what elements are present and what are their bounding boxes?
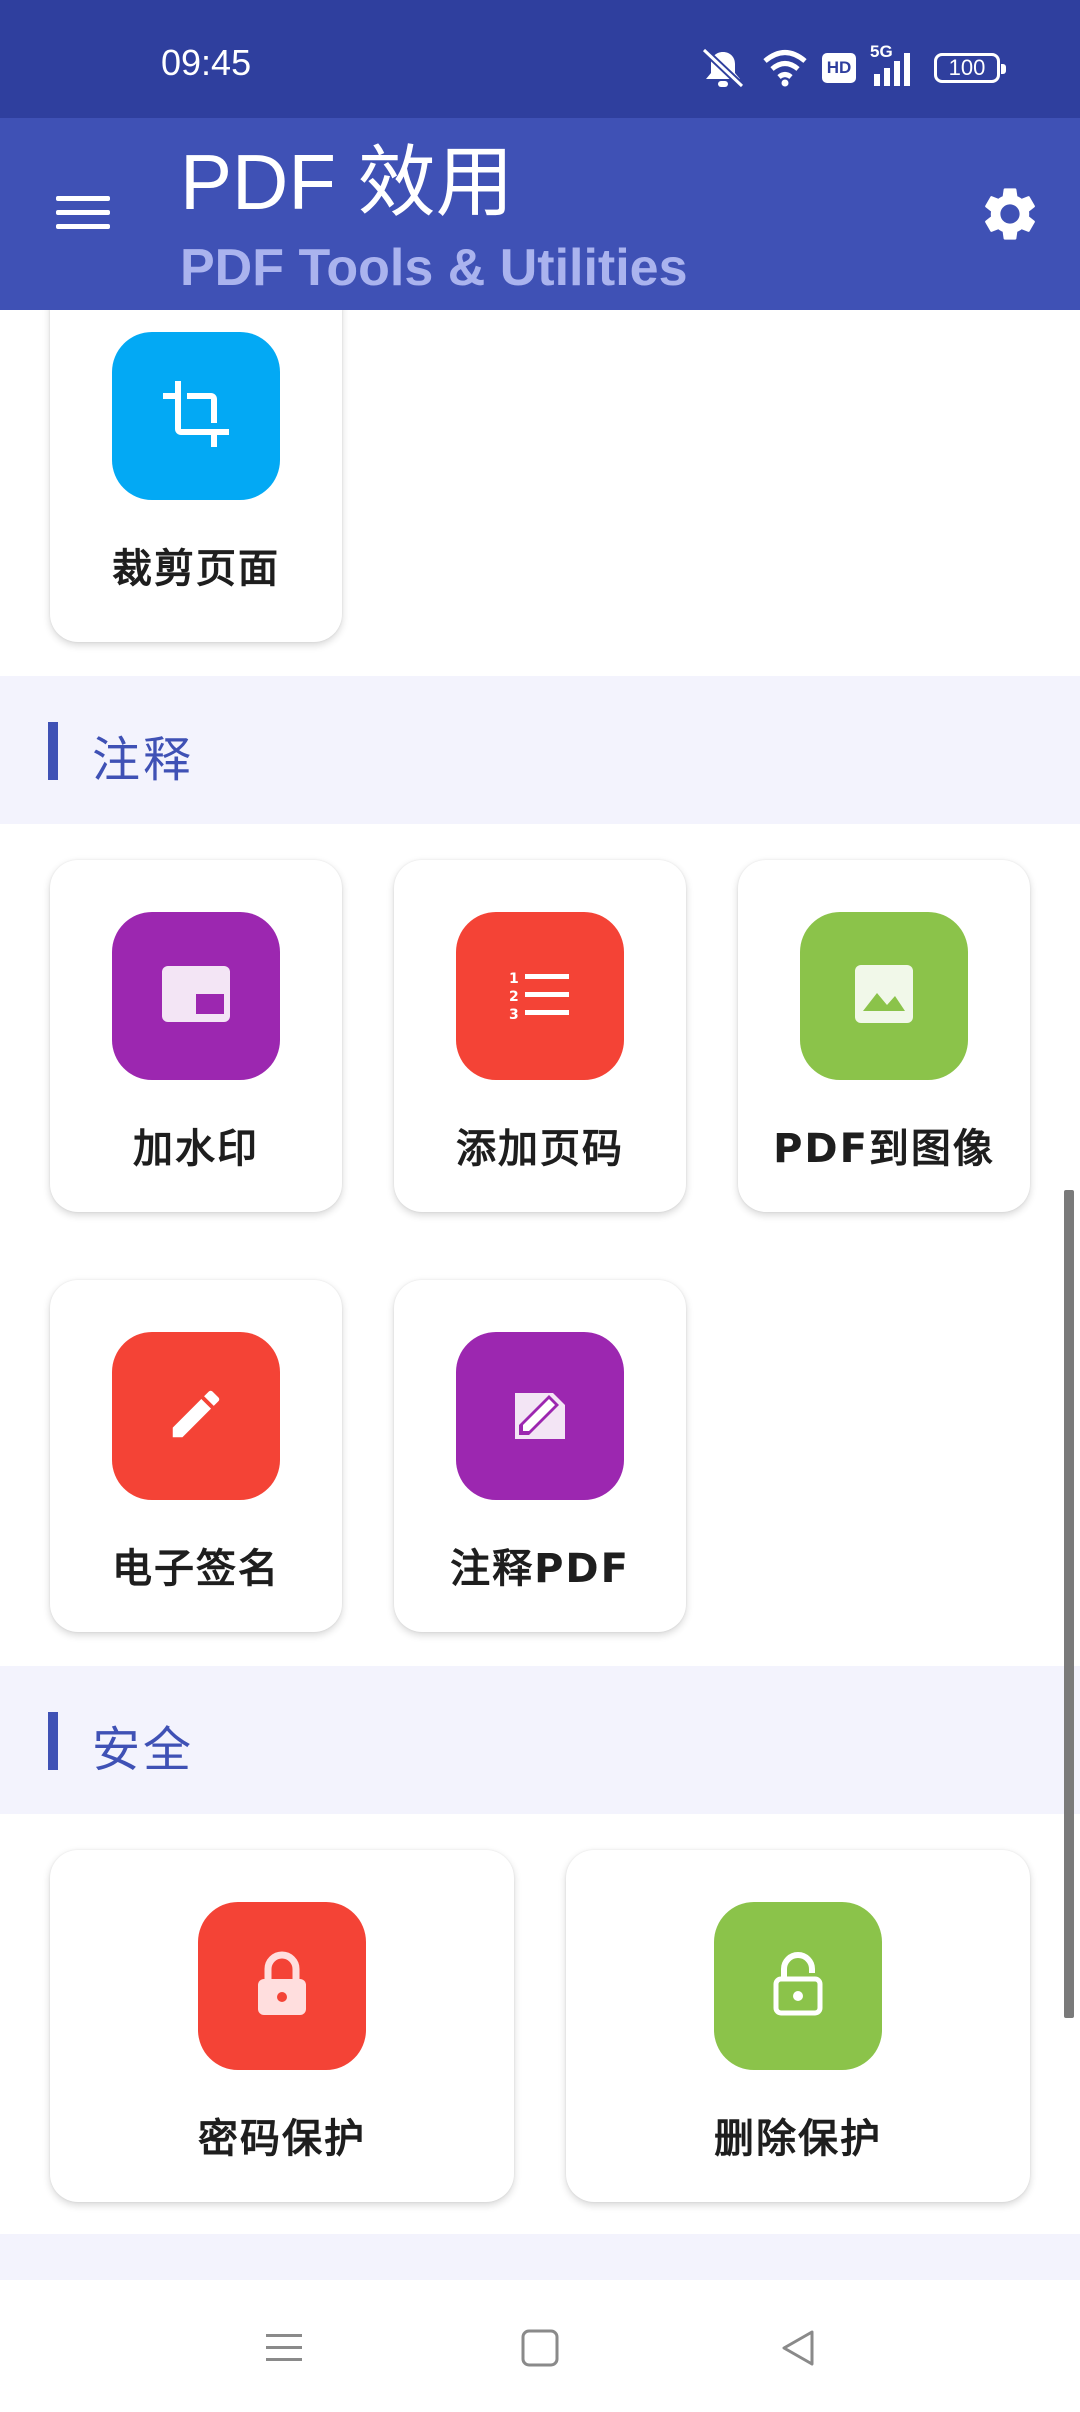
hd-label: HD (826, 58, 852, 77)
section-header-next (0, 2234, 1080, 2280)
hd-badge: HD (822, 53, 856, 83)
crop-page-card[interactable]: 裁剪页面 (50, 310, 342, 642)
e-signature-label: 电子签名 (112, 1546, 280, 1592)
watermark-tile (112, 912, 280, 1080)
square-icon (520, 2328, 560, 2372)
settings-button[interactable] (978, 182, 1042, 246)
app-title: PDF 效用 (180, 138, 514, 226)
menu-icon-line (56, 210, 110, 215)
section-title-annotation: 注释 (92, 732, 195, 788)
watermark-card[interactable]: 加水印 (50, 860, 342, 1212)
home-button[interactable] (500, 2310, 580, 2390)
menu-icon-line (56, 224, 110, 229)
pdf-to-image-tile (800, 912, 968, 1080)
add-page-number-label: 添加页码 (456, 1126, 624, 1172)
remove-protection-tile (714, 1902, 882, 2070)
battery-icon: 100 (934, 53, 1006, 83)
svg-text:2: 2 (509, 989, 519, 1005)
menu-lines-icon (264, 2328, 304, 2372)
gear-icon (978, 188, 1042, 250)
annotate-pdf-label: 注释PDF (450, 1546, 630, 1592)
remove-protection-label: 删除保护 (714, 2116, 882, 2162)
section-accent-bar (48, 1712, 58, 1770)
crop-icon (160, 378, 232, 454)
password-protect-card[interactable]: 密码保护 (50, 1850, 514, 2202)
status-time: 09:45 (161, 42, 252, 83)
e-signature-card[interactable]: 电子签名 (50, 1280, 342, 1632)
pdf-to-image-label: PDF到图像 (773, 1126, 995, 1172)
section-header-security: 安全 (0, 1666, 1080, 1814)
svg-text:1: 1 (509, 971, 519, 987)
watermark-label: 加水印 (133, 1126, 259, 1172)
section-accent-bar (48, 722, 58, 780)
screen: 09:45 HD 5G 100 PDF 效用 PDF Tools & Utili… (0, 0, 1080, 2412)
lock-icon (254, 1951, 310, 2021)
status-icons: HD 5G 100 (698, 40, 1006, 96)
pencil-icon (165, 1383, 227, 1449)
annotate-pdf-card[interactable]: 注释PDF (394, 1280, 686, 1632)
crop-page-label: 裁剪页面 (112, 546, 280, 592)
back-triangle-icon (778, 2328, 818, 2372)
back-button[interactable] (758, 2310, 838, 2390)
annotate-pdf-tile (456, 1332, 624, 1500)
battery-level: 100 (948, 55, 986, 80)
password-protect-label: 密码保护 (198, 2116, 366, 2162)
page-number-tile: 1 2 3 (456, 912, 624, 1080)
numbered-list-icon: 1 2 3 (509, 966, 571, 1026)
scrollbar[interactable] (1064, 1190, 1074, 2018)
remove-protection-card[interactable]: 删除保护 (566, 1850, 1030, 2202)
pdf-to-image-card[interactable]: PDF到图像 (738, 860, 1030, 1212)
tools-list[interactable]: 裁剪页面 注释 加水印 1 2 3 添加页码 PDF到图像 电子签名 注释PDF… (0, 310, 1080, 2280)
status-bar: 09:45 HD 5G 100 (0, 0, 1080, 118)
password-protect-tile (198, 1902, 366, 2070)
menu-icon (56, 196, 110, 201)
system-nav-bar (0, 2280, 1080, 2412)
crop-tile (112, 332, 280, 500)
add-page-number-card[interactable]: 1 2 3 添加页码 (394, 860, 686, 1212)
bell-muted-icon (698, 46, 748, 90)
section-title-security: 安全 (92, 1722, 195, 1778)
image-icon (855, 965, 913, 1027)
watermark-icon (162, 966, 230, 1026)
menu-button[interactable] (52, 184, 116, 240)
section-header-annotation: 注释 (0, 676, 1080, 824)
app-subtitle: PDF Tools & Utilities (180, 239, 688, 297)
recent-apps-button[interactable] (244, 2310, 324, 2390)
svg-text:3: 3 (509, 1007, 519, 1022)
app-bar: PDF 效用 PDF Tools & Utilities (0, 118, 1080, 310)
annotate-icon (509, 1383, 571, 1449)
unlock-icon (770, 1951, 826, 2021)
wifi-icon (762, 48, 808, 88)
e-signature-tile (112, 1332, 280, 1500)
signal-icon: 5G (870, 42, 920, 88)
